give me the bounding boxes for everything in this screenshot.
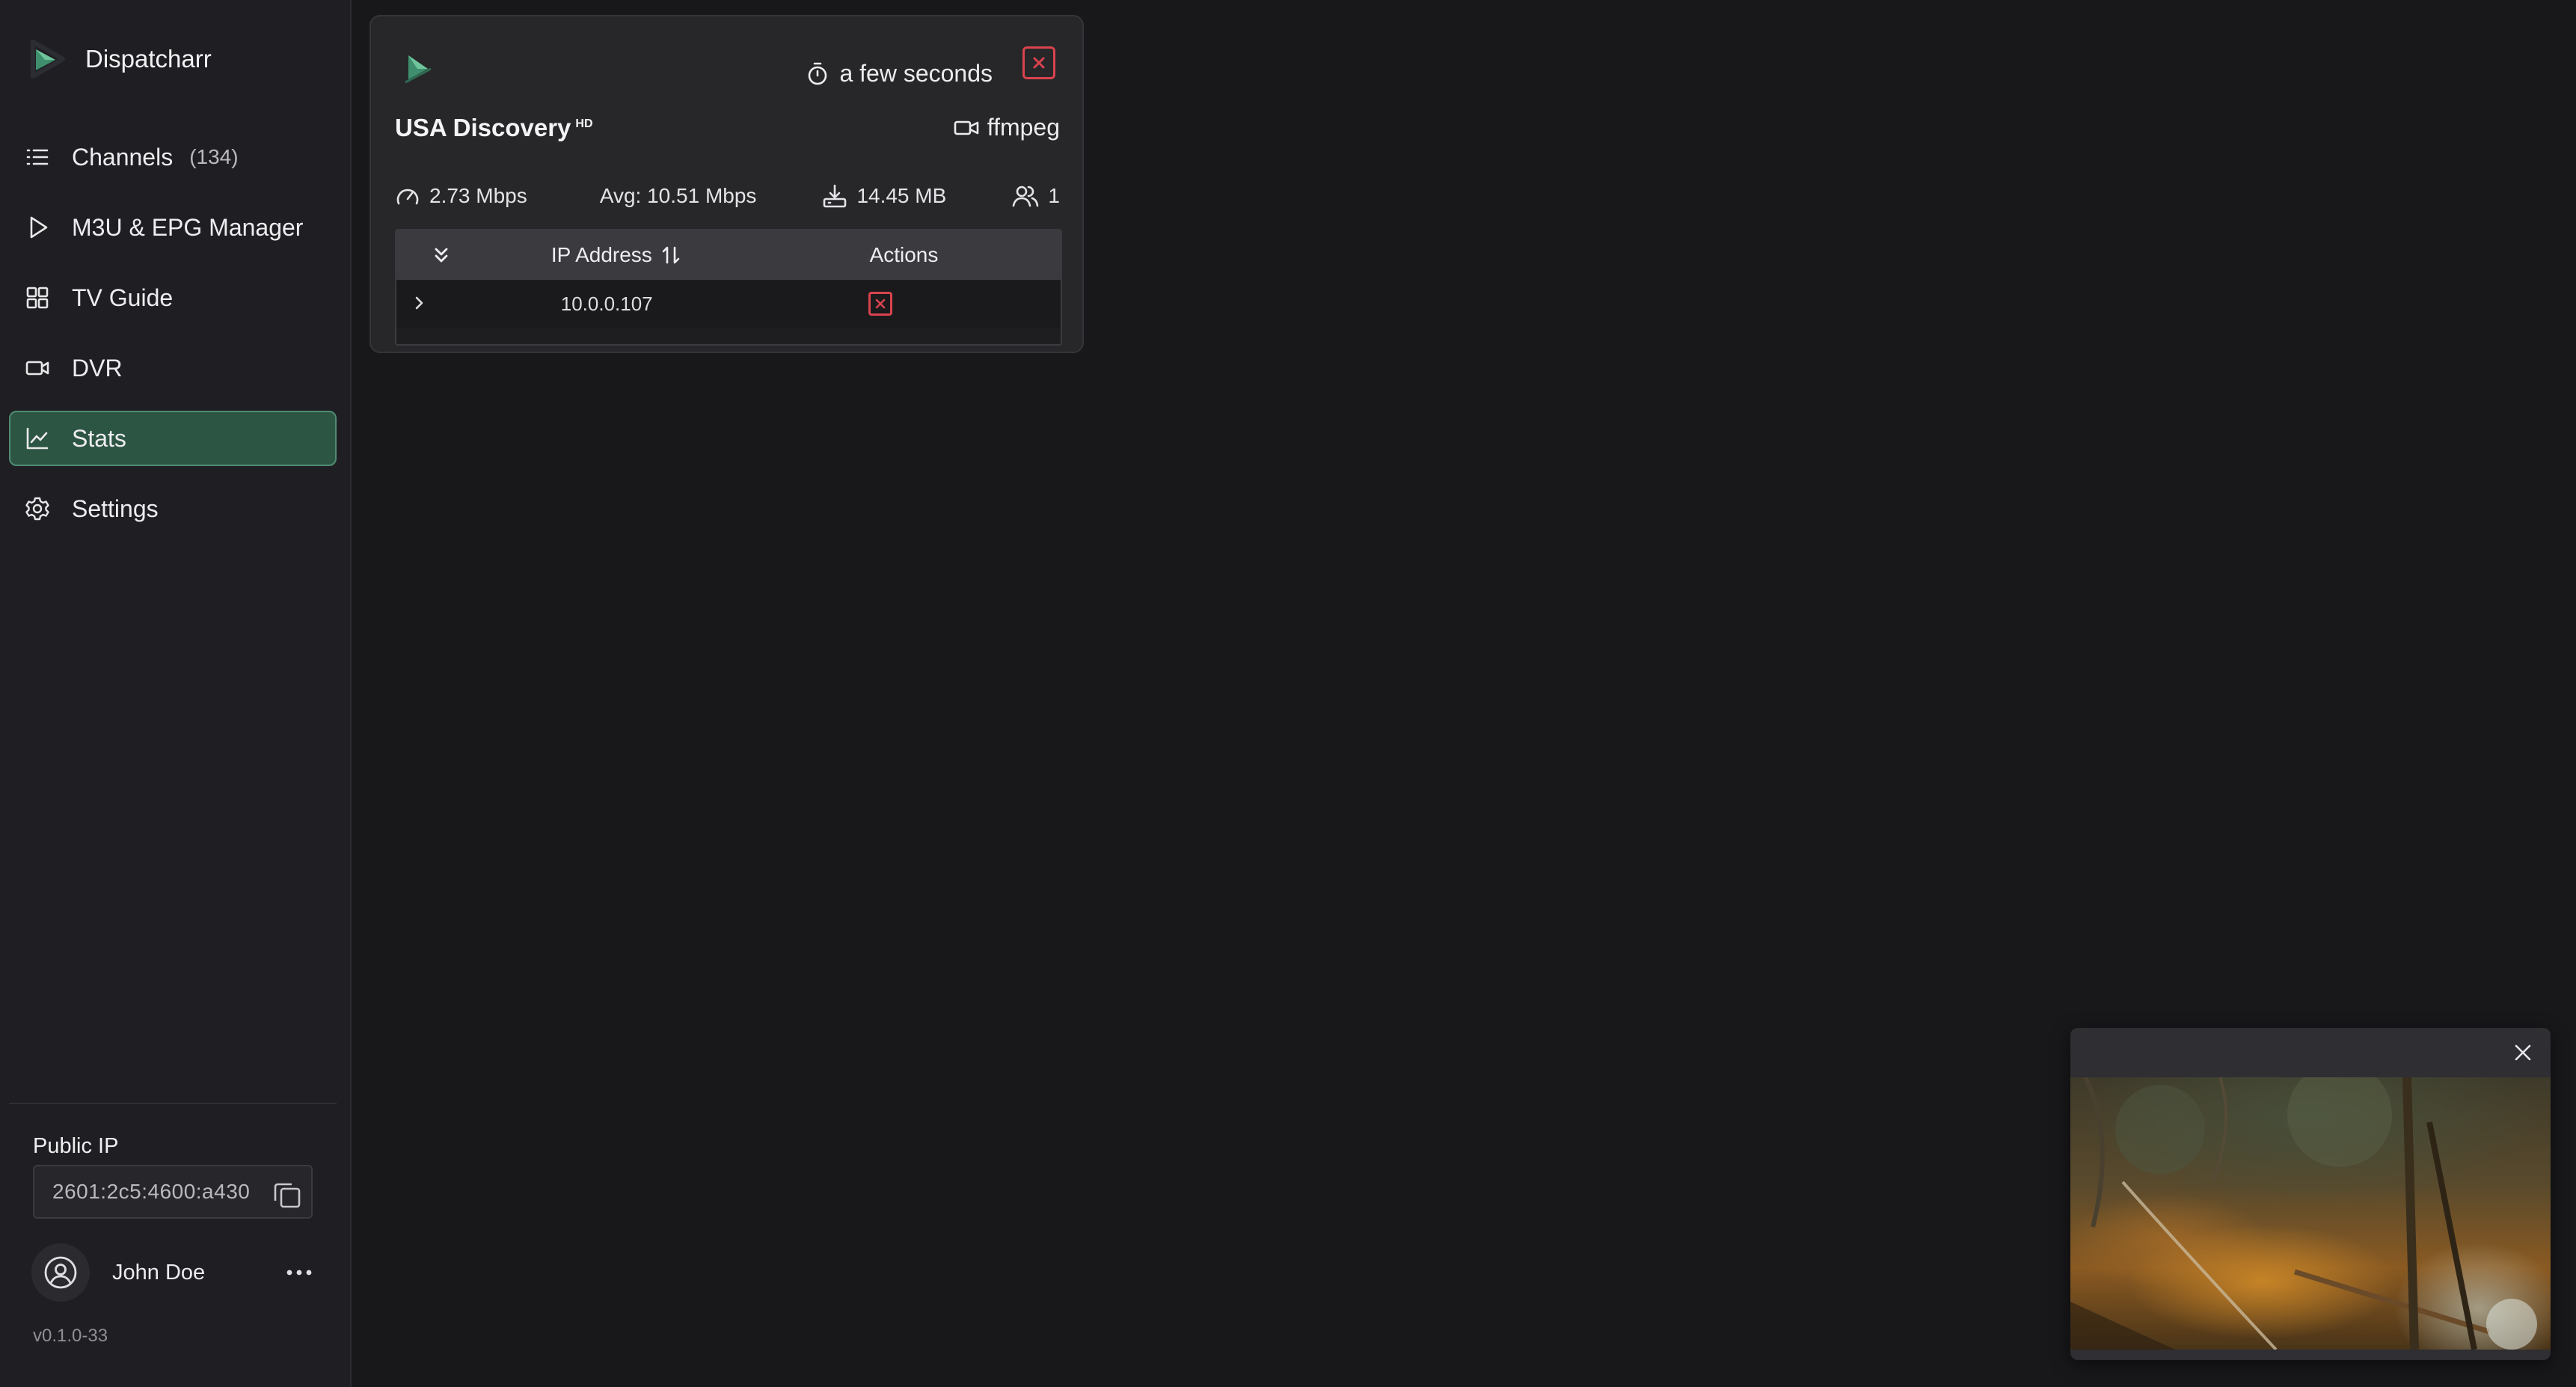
stream-profile-text: ffmpeg bbox=[987, 114, 1060, 141]
user-name: John Doe bbox=[112, 1260, 206, 1285]
total-data-text: 14.45 MB bbox=[856, 184, 947, 207]
sidebar-item-label: Settings bbox=[72, 495, 159, 522]
stop-stream-button[interactable] bbox=[1022, 46, 1055, 79]
sidebar-item-stats[interactable]: Stats bbox=[9, 411, 337, 466]
chevron-right-icon bbox=[415, 296, 423, 310]
app-name: Dispatcharr bbox=[85, 45, 212, 73]
sidebar: Dispatcharr Channels (134) M3U & EPG Man… bbox=[0, 0, 352, 1387]
disconnect-client-button[interactable] bbox=[868, 292, 893, 316]
current-bitrate-text: 2.73 Mbps bbox=[429, 184, 527, 207]
close-icon[interactable] bbox=[2510, 1040, 2536, 1065]
public-ip-label: Public IP bbox=[33, 1134, 119, 1158]
average-bitrate: Avg: 10.51 Mbps bbox=[600, 184, 823, 208]
stopwatch-icon bbox=[809, 62, 827, 85]
sidebar-item-dvr[interactable]: DVR bbox=[9, 340, 337, 396]
client-count-text: 1 bbox=[1048, 184, 1060, 207]
chart-line-icon bbox=[26, 427, 49, 450]
client-ip-cell: 10.0.0.107 bbox=[560, 292, 653, 315]
download-icon bbox=[824, 184, 847, 208]
sidebar-item-settings[interactable]: Settings bbox=[9, 481, 337, 536]
sidebar-divider bbox=[9, 1103, 337, 1104]
clients-table: IP Address Actions 10.0.0.107 bbox=[395, 229, 1062, 346]
stream-profile: ffmpeg bbox=[953, 114, 1060, 141]
video-frame[interactable] bbox=[2070, 1077, 2551, 1350]
uptime-text: a few seconds bbox=[839, 60, 993, 87]
main-nav: Channels (134) M3U & EPG Manager TV Guid… bbox=[9, 129, 337, 551]
sidebar-item-label: M3U & EPG Manager bbox=[72, 213, 304, 241]
users-icon bbox=[1013, 186, 1039, 207]
channel-count-badge: (134) bbox=[189, 145, 239, 168]
avatar[interactable] bbox=[31, 1243, 90, 1302]
user-profile[interactable]: John Doe bbox=[31, 1243, 316, 1302]
gear-icon bbox=[25, 497, 49, 521]
user-circle-icon bbox=[44, 1256, 77, 1289]
gauge-icon bbox=[396, 189, 419, 205]
ip-address-column-header[interactable]: IP Address bbox=[486, 243, 747, 267]
stream-stats: 2.73 Mbps Avg: 10.51 Mbps 14.45 MB 1 bbox=[395, 175, 1060, 217]
sidebar-item-label: Channels bbox=[72, 143, 174, 171]
public-ip-field[interactable]: 2601:2c5:4600:a430 bbox=[33, 1165, 313, 1219]
close-icon bbox=[1033, 57, 1045, 69]
close-icon bbox=[876, 298, 886, 309]
stream-card: a few seconds USA Discovery HD ffmpeg 2.7… bbox=[369, 15, 1084, 353]
list-icon bbox=[26, 149, 49, 165]
dispatcharr-logo-icon bbox=[31, 40, 65, 79]
hd-badge: HD bbox=[575, 117, 593, 130]
actions-cell bbox=[665, 292, 1061, 316]
sidebar-item-label: Stats bbox=[72, 424, 126, 452]
player-title-bar[interactable] bbox=[2070, 1028, 2551, 1077]
actions-column-header: Actions bbox=[747, 243, 1061, 267]
video-camera-icon bbox=[954, 120, 979, 135]
sidebar-item-label: TV Guide bbox=[72, 284, 174, 311]
video-scene-image bbox=[2070, 1077, 2537, 1350]
app-version: v0.1.0-33 bbox=[33, 1326, 108, 1346]
total-data: 14.45 MB bbox=[822, 183, 1012, 209]
expand-row-button[interactable] bbox=[396, 294, 441, 313]
floating-video-player[interactable] bbox=[2070, 1028, 2551, 1360]
play-icon bbox=[30, 216, 48, 239]
brand[interactable]: Dispatcharr bbox=[27, 37, 212, 81]
channel-logo-icon bbox=[405, 55, 432, 84]
ip-address-header-label: IP Address bbox=[551, 243, 652, 266]
more-options-icon[interactable] bbox=[283, 1260, 316, 1285]
sidebar-item-m3u-epg-manager[interactable]: M3U & EPG Manager bbox=[9, 200, 337, 255]
sort-icon bbox=[662, 246, 680, 264]
sidebar-item-channels[interactable]: Channels (134) bbox=[9, 129, 337, 185]
sidebar-item-tv-guide[interactable]: TV Guide bbox=[9, 270, 337, 325]
table-header: IP Address Actions bbox=[396, 230, 1061, 280]
grid-icon bbox=[26, 287, 49, 309]
expand-all-button[interactable] bbox=[396, 244, 486, 266]
stream-uptime: a few seconds bbox=[805, 60, 993, 88]
copy-icon[interactable] bbox=[271, 1178, 304, 1211]
video-camera-icon bbox=[25, 361, 49, 376]
channel-name-text: USA Discovery bbox=[395, 114, 571, 141]
chevrons-down-icon bbox=[435, 248, 448, 263]
table-row: 10.0.0.107 bbox=[396, 280, 1061, 328]
client-count: 1 bbox=[1012, 183, 1060, 209]
actions-header-label: Actions bbox=[869, 243, 939, 266]
average-bitrate-text: Avg: 10.51 Mbps bbox=[599, 184, 757, 207]
sidebar-item-label: DVR bbox=[72, 354, 123, 382]
channel-name: USA Discovery HD bbox=[395, 114, 593, 142]
public-ip-value: 2601:2c5:4600:a430 bbox=[52, 1180, 251, 1203]
current-bitrate: 2.73 Mbps bbox=[395, 183, 600, 209]
